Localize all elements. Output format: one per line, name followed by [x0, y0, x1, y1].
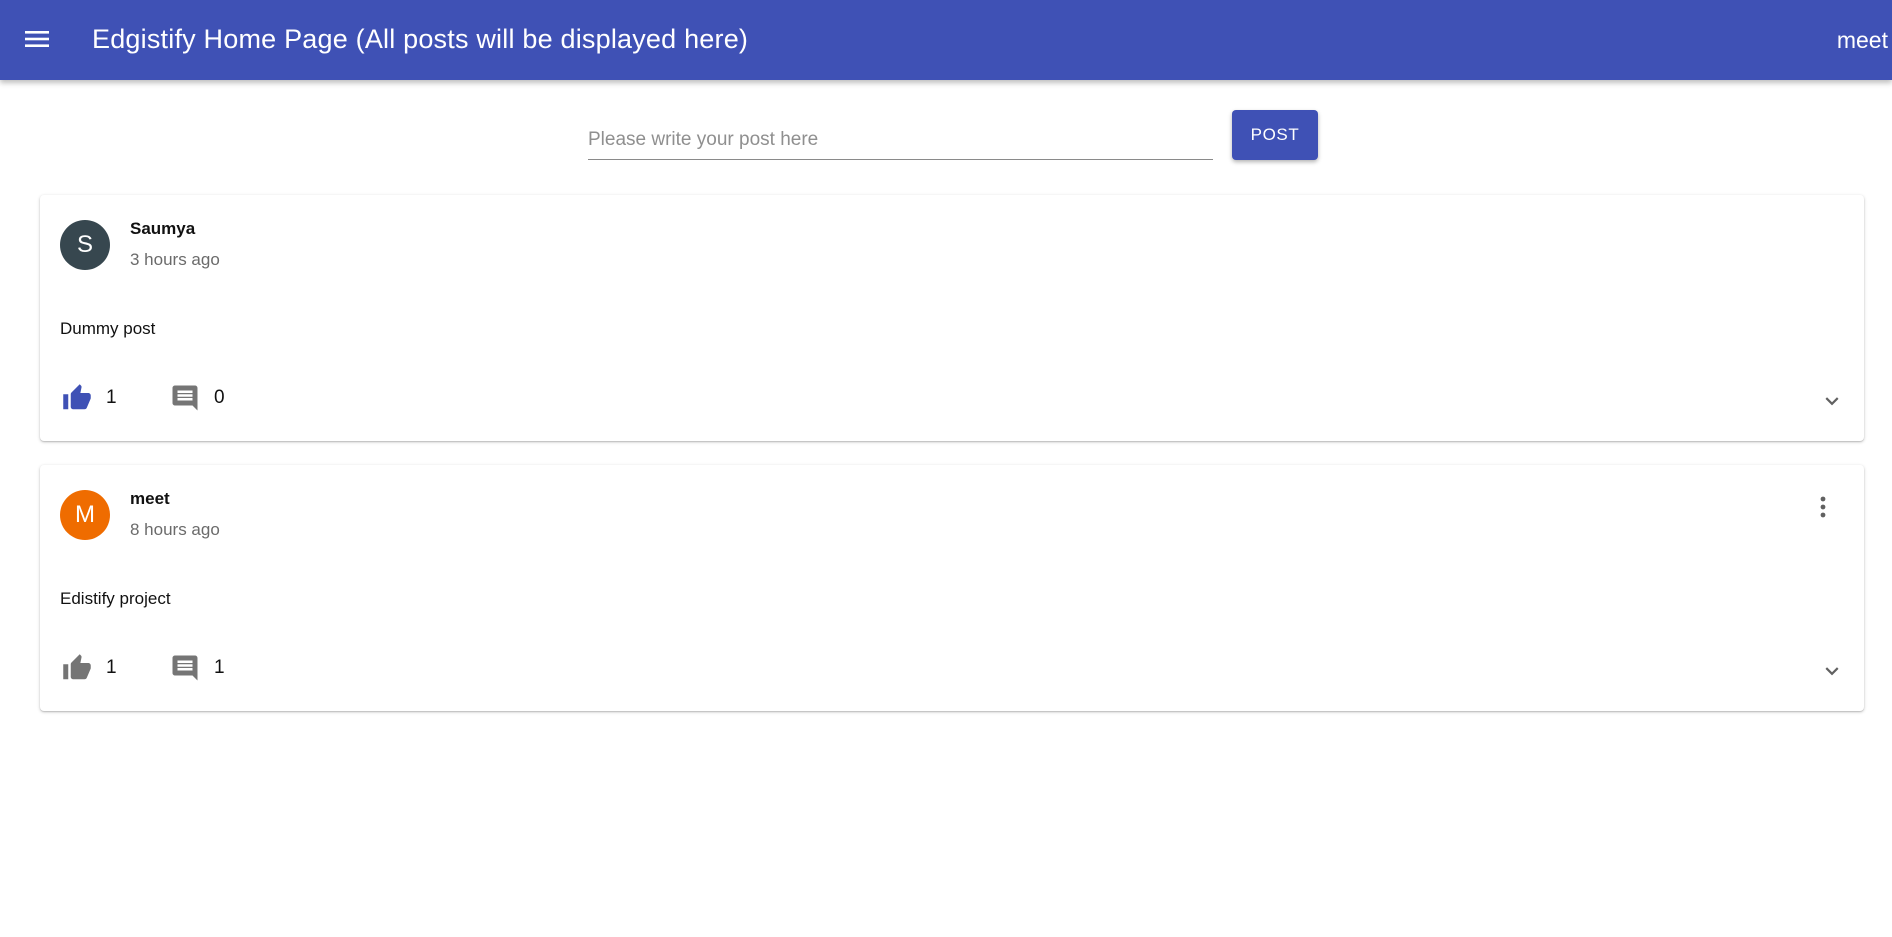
post-actions: 1 1 [60, 650, 225, 686]
app-bar: Edgistify Home Page (All posts will be d… [0, 0, 1892, 80]
thumb-up-icon [63, 384, 91, 410]
comment-button[interactable] [168, 381, 202, 415]
comment-icon [172, 655, 198, 681]
like-button[interactable] [60, 651, 94, 685]
comment-count: 1 [214, 657, 225, 678]
more-vert-icon [1820, 496, 1826, 518]
thumb-up-icon [63, 654, 91, 680]
post-author: meet [130, 489, 170, 508]
like-button[interactable] [60, 381, 94, 415]
avatar: M [60, 490, 110, 540]
page-title: Edgistify Home Page (All posts will be d… [92, 24, 749, 54]
comment-count: 0 [214, 387, 225, 408]
post-composer: POST [588, 110, 1318, 170]
like-count: 1 [106, 657, 117, 678]
post-actions: 1 0 [60, 380, 225, 416]
like-count: 1 [106, 387, 117, 408]
post-button[interactable]: POST [1232, 110, 1318, 160]
post-timestamp: 3 hours ago [130, 250, 220, 269]
post-card: S Saumya 3 hours ago Dummy post 1 0 [40, 195, 1864, 441]
post-author: Saumya [130, 219, 196, 238]
expand-button[interactable] [1816, 655, 1848, 687]
comment-icon [172, 385, 198, 411]
comment-button[interactable] [168, 651, 202, 685]
expand-button[interactable] [1816, 385, 1848, 417]
chevron-down-icon [1825, 667, 1839, 676]
post-card: M meet 8 hours ago Edistify project 1 1 [40, 465, 1864, 711]
avatar: S [60, 220, 110, 270]
menu-icon [25, 31, 49, 47]
post-content: Dummy post [60, 319, 156, 338]
post-options-button[interactable] [1808, 489, 1838, 525]
post-content: Edistify project [60, 589, 171, 608]
menu-button[interactable] [20, 22, 54, 56]
post-timestamp: 8 hours ago [130, 520, 220, 539]
current-user-name[interactable]: meet [1837, 27, 1888, 54]
chevron-down-icon [1825, 397, 1839, 406]
post-input[interactable] [588, 124, 1213, 160]
